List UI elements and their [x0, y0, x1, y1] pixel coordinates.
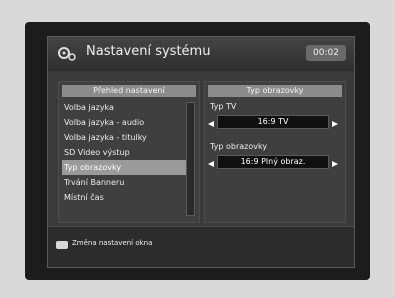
gear-icon	[56, 45, 78, 63]
settings-menu: Volba jazyka Volba jazyka - audio Volba …	[62, 100, 186, 205]
arrow-right-icon[interactable]	[332, 119, 338, 127]
footer-hint: Změna nastavení okna	[72, 239, 153, 247]
menu-item-volba-jazyka-titulky[interactable]: Volba jazyka - titulky	[62, 130, 186, 145]
menu-item-trvani-banneru[interactable]: Trvání Banneru	[62, 175, 186, 190]
tv-type-value: 16:9 TV	[257, 117, 289, 126]
menu-item-mistni-cas[interactable]: Místní čas	[62, 190, 186, 205]
system-settings-window: Nastavení systému 00:02 Přehled nastaven…	[47, 36, 355, 268]
window-header: Nastavení systému 00:02	[48, 37, 354, 71]
clock-display: 00:02	[306, 45, 346, 61]
page-title: Nastavení systému	[86, 44, 211, 59]
screen-type-label: Typ obrazovky	[210, 142, 268, 151]
arrow-left-icon[interactable]	[208, 159, 214, 167]
screen-type-title: Typ obrazovky	[208, 85, 342, 97]
tv-type-selector[interactable]: 16:9 TV	[208, 115, 338, 129]
tv-type-label: Typ TV	[210, 102, 237, 111]
screen-type-value: 16:9 Plný obraz.	[240, 157, 306, 166]
menu-item-typ-obrazovky[interactable]: Typ obrazovky	[62, 160, 186, 175]
arrow-right-icon[interactable]	[332, 159, 338, 167]
remote-arrows-icon	[56, 241, 68, 249]
settings-overview-panel: Přehled nastavení Volba jazyka Volba jaz…	[58, 81, 200, 223]
menu-item-sd-video-vystup[interactable]: SD Video výstup	[62, 145, 186, 160]
menu-scrollbar[interactable]	[186, 102, 195, 216]
arrow-left-icon[interactable]	[208, 119, 214, 127]
settings-overview-title: Přehled nastavení	[62, 85, 196, 97]
screen-type-panel: Typ obrazovky Typ TV 16:9 TV Typ obrazov…	[204, 81, 346, 223]
window-footer: Změna nastavení okna	[48, 226, 354, 267]
menu-item-volba-jazyka-audio[interactable]: Volba jazyka - audio	[62, 115, 186, 130]
tv-screen: Nastavení systému 00:02 Přehled nastaven…	[25, 22, 370, 280]
menu-item-volba-jazyka[interactable]: Volba jazyka	[62, 100, 186, 115]
screen-type-selector[interactable]: 16:9 Plný obraz.	[208, 155, 338, 169]
